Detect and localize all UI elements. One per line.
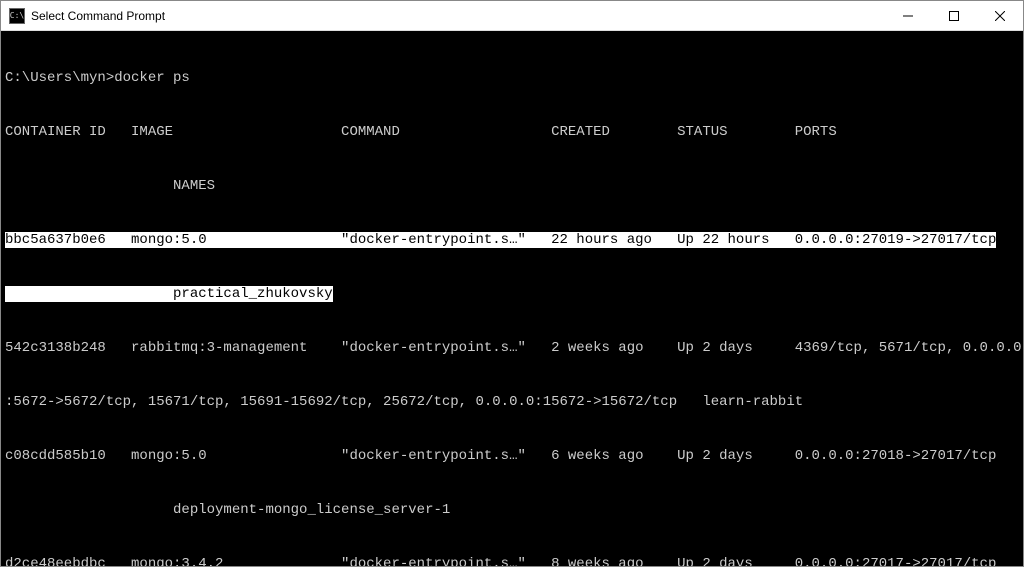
window-title: Select Command Prompt xyxy=(31,9,885,23)
selected-text: practical_zhukovsky xyxy=(5,286,333,302)
table-row: practical_zhukovsky xyxy=(5,285,1019,303)
table-row: :5672->5672/tcp, 15671/tcp, 15691-15692/… xyxy=(5,393,1019,411)
selected-text: bbc5a637b0e6 mongo:5.0 "docker-entrypoin… xyxy=(5,232,996,248)
titlebar[interactable]: C:\ Select Command Prompt xyxy=(1,1,1023,31)
table-row: c08cdd585b10 mongo:5.0 "docker-entrypoin… xyxy=(5,447,1019,465)
table-row: bbc5a637b0e6 mongo:5.0 "docker-entrypoin… xyxy=(5,231,1019,249)
table-row: 542c3138b248 rabbitmq:3-management "dock… xyxy=(5,339,1019,357)
table-header-names: NAMES xyxy=(5,177,1019,195)
table-header: CONTAINER ID IMAGE COMMAND CREATED STATU… xyxy=(5,123,1019,141)
close-button[interactable] xyxy=(977,1,1023,30)
table-row: d2ce48eebdbc mongo:3.4.2 "docker-entrypo… xyxy=(5,555,1019,566)
maximize-icon xyxy=(949,11,959,21)
table-row: deployment-mongo_license_server-1 xyxy=(5,501,1019,519)
window-controls xyxy=(885,1,1023,30)
terminal-area[interactable]: C:\Users\myn>docker ps CONTAINER ID IMAG… xyxy=(1,31,1023,566)
close-icon xyxy=(995,11,1005,21)
minimize-button[interactable] xyxy=(885,1,931,30)
prompt-line: C:\Users\myn>docker ps xyxy=(5,69,1019,87)
app-icon: C:\ xyxy=(9,8,25,24)
maximize-button[interactable] xyxy=(931,1,977,30)
command-prompt-window: C:\ Select Command Prompt C:\Users\myn>d… xyxy=(0,0,1024,567)
minimize-icon xyxy=(903,11,913,21)
